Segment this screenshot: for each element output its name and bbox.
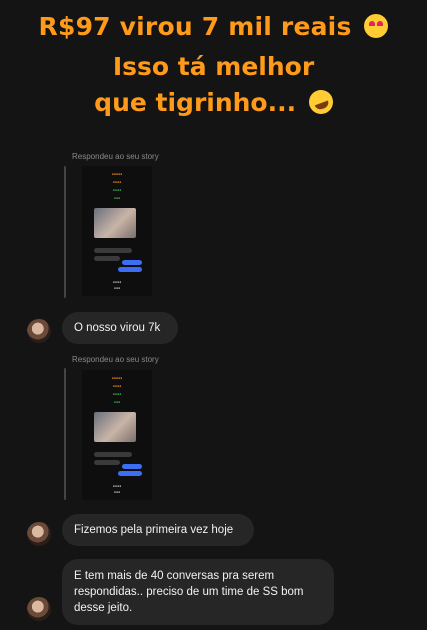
- rolling-laughing-emoji-icon: [305, 86, 337, 118]
- headline-line-2: Isso tá melhor: [0, 52, 427, 81]
- story-reply-label: Respondeu ao seu story: [72, 355, 159, 364]
- avatar[interactable]: [27, 597, 51, 621]
- headline-text-2: Isso tá melhor: [112, 52, 315, 81]
- headline-line-3: que tigrinho...: [0, 86, 427, 118]
- message-bubble[interactable]: E tem mais de 40 conversas pra serem res…: [62, 559, 334, 625]
- story-thumbnail[interactable]: ●●●●● ●●●● ●●●● ●●● ●●●● ●●●: [82, 370, 152, 500]
- headline-text-1: R$97 virou 7 mil reais: [38, 12, 352, 41]
- story-reply-label: Respondeu ao seu story: [72, 152, 159, 161]
- avatar[interactable]: [27, 522, 51, 546]
- reply-indicator-bar: [64, 166, 66, 298]
- headline-line-1: R$97 virou 7 mil reais: [0, 12, 427, 41]
- headline-text-3: que tigrinho...: [94, 88, 297, 117]
- message-bubble[interactable]: Fizemos pela primeira vez hoje: [62, 514, 254, 546]
- avatar[interactable]: [27, 319, 51, 343]
- message-text: Fizemos pela primeira vez hoje: [74, 524, 234, 536]
- story-thumbnail[interactable]: ●●●●● ●●●● ●●●● ●●● ●●●● ●●●: [82, 166, 152, 296]
- message-text: E tem mais de 40 conversas pra serem res…: [74, 570, 304, 614]
- message-bubble[interactable]: O nosso virou 7k: [62, 312, 178, 344]
- message-text: O nosso virou 7k: [74, 322, 161, 334]
- reply-indicator-bar: [64, 368, 66, 500]
- heart-eyes-emoji-icon: [364, 14, 389, 38]
